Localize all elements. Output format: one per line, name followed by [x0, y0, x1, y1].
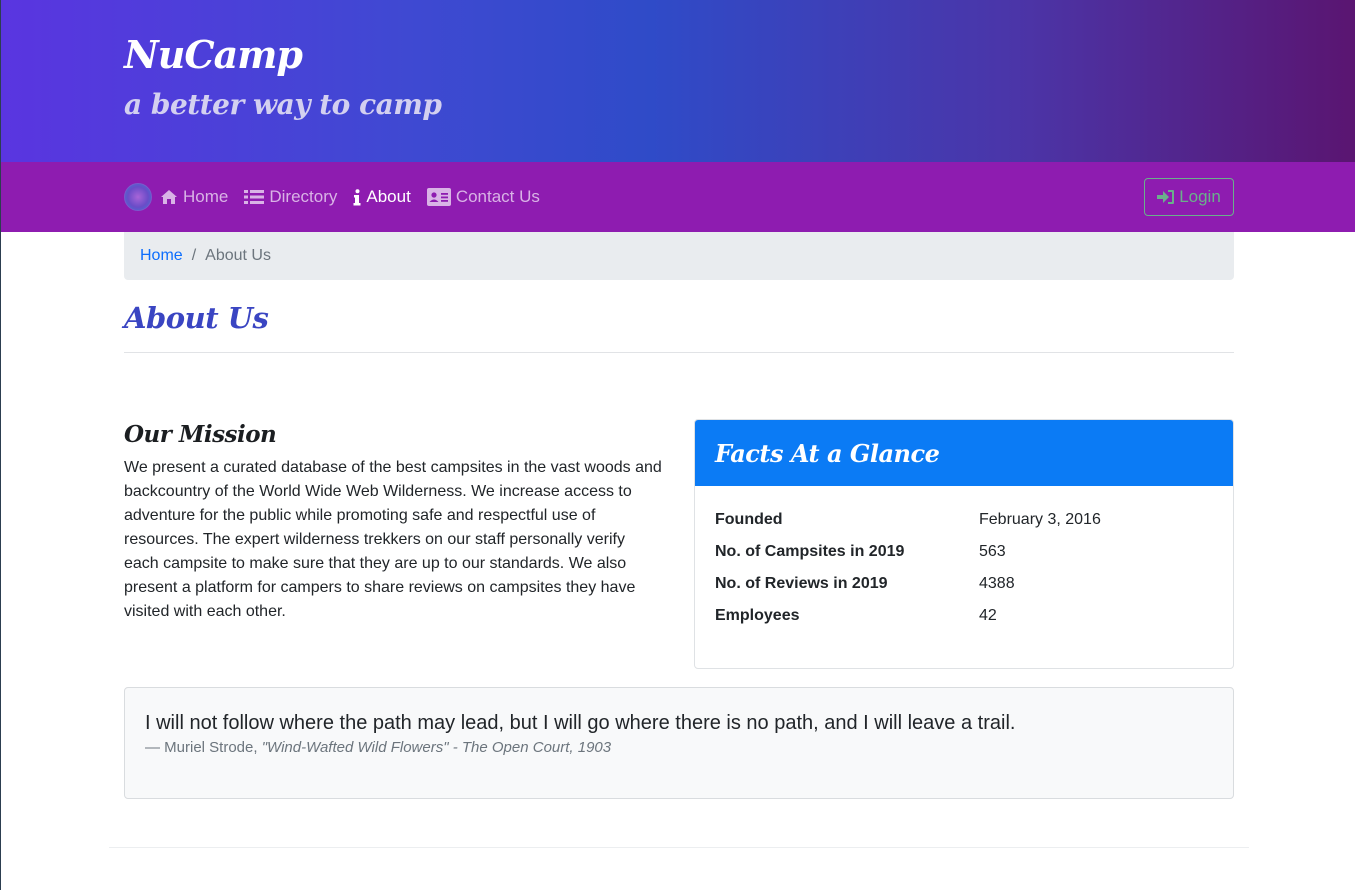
quote-source: "Wind-Wafted Wild Flowers" - The Open Co… [261, 739, 612, 756]
navbar: Home Directory About Contact Us Login [1, 162, 1355, 232]
content-row: Our Mission We present a curated databas… [124, 419, 1234, 669]
nav-item-directory[interactable]: Directory [244, 187, 337, 207]
fact-row-employees: Employees 42 [715, 600, 1213, 632]
nav-item-about[interactable]: About [353, 187, 411, 207]
fact-row-reviews: No. of Reviews in 2019 4388 [715, 568, 1213, 600]
sign-in-icon [1157, 190, 1175, 204]
brand-tagline: a better way to camp [124, 88, 442, 121]
facts-title: Facts At a Glance [715, 438, 940, 468]
fact-label: Employees [715, 607, 800, 624]
nav-item-label: Contact Us [455, 187, 540, 206]
page-title: About Us [124, 301, 269, 335]
address-card-icon [426, 188, 451, 206]
facts-list: Founded February 3, 2016 No. of Campsite… [695, 486, 1233, 632]
breadcrumb: Home / About Us [124, 232, 1234, 280]
fact-row-founded: Founded February 3, 2016 [715, 504, 1213, 536]
mission-text: We present a curated database of the bes… [124, 459, 662, 620]
nav-item-label: Home [183, 187, 229, 206]
fact-value: 4388 [979, 575, 1015, 592]
main-content: Home / About Us About Us Our Mission We … [124, 232, 1234, 799]
fact-label: No. of Campsites in 2019 [715, 543, 905, 560]
logo-icon[interactable] [124, 183, 152, 211]
info-icon [353, 188, 361, 205]
fact-value: 42 [979, 607, 997, 624]
fact-label: No. of Reviews in 2019 [715, 575, 888, 592]
quote-card: I will not follow where the path may lea… [124, 687, 1234, 799]
fact-row-campsites: No. of Campsites in 2019 563 [715, 536, 1213, 568]
login-button[interactable]: Login [1144, 178, 1234, 216]
home-icon [161, 190, 177, 204]
list-icon [244, 190, 265, 204]
quote-author: — Muriel Strode, [145, 739, 262, 756]
nav-item-label: About [366, 187, 411, 206]
nav-item-label: Directory [269, 187, 338, 206]
fact-value: 563 [979, 543, 1006, 560]
facts-card: Facts At a Glance Founded February 3, 20… [694, 419, 1234, 669]
quote-text: I will not follow where the path may lea… [145, 712, 1016, 734]
footer-divider [109, 847, 1249, 848]
mission-section: Our Mission We present a curated databas… [124, 419, 664, 669]
breadcrumb-separator: / [191, 247, 197, 264]
nav-item-home[interactable]: Home [160, 187, 228, 207]
breadcrumb-home-link[interactable]: Home [140, 247, 183, 265]
header-jumbotron: NuCamp a better way to camp [1, 0, 1355, 162]
nav-item-contact[interactable]: Contact Us [426, 187, 540, 207]
fact-value: February 3, 2016 [979, 511, 1101, 528]
brand-title: NuCamp [124, 32, 303, 77]
breadcrumb-current: About Us [205, 247, 271, 264]
fact-label: Founded [715, 511, 783, 528]
mission-title: Our Mission [124, 421, 277, 448]
quote-footer: — Muriel Strode, "Wind-Wafted Wild Flowe… [145, 739, 1213, 756]
facts-card-header: Facts At a Glance [695, 420, 1233, 486]
title-divider [124, 352, 1234, 353]
login-label: Login [1179, 187, 1221, 206]
